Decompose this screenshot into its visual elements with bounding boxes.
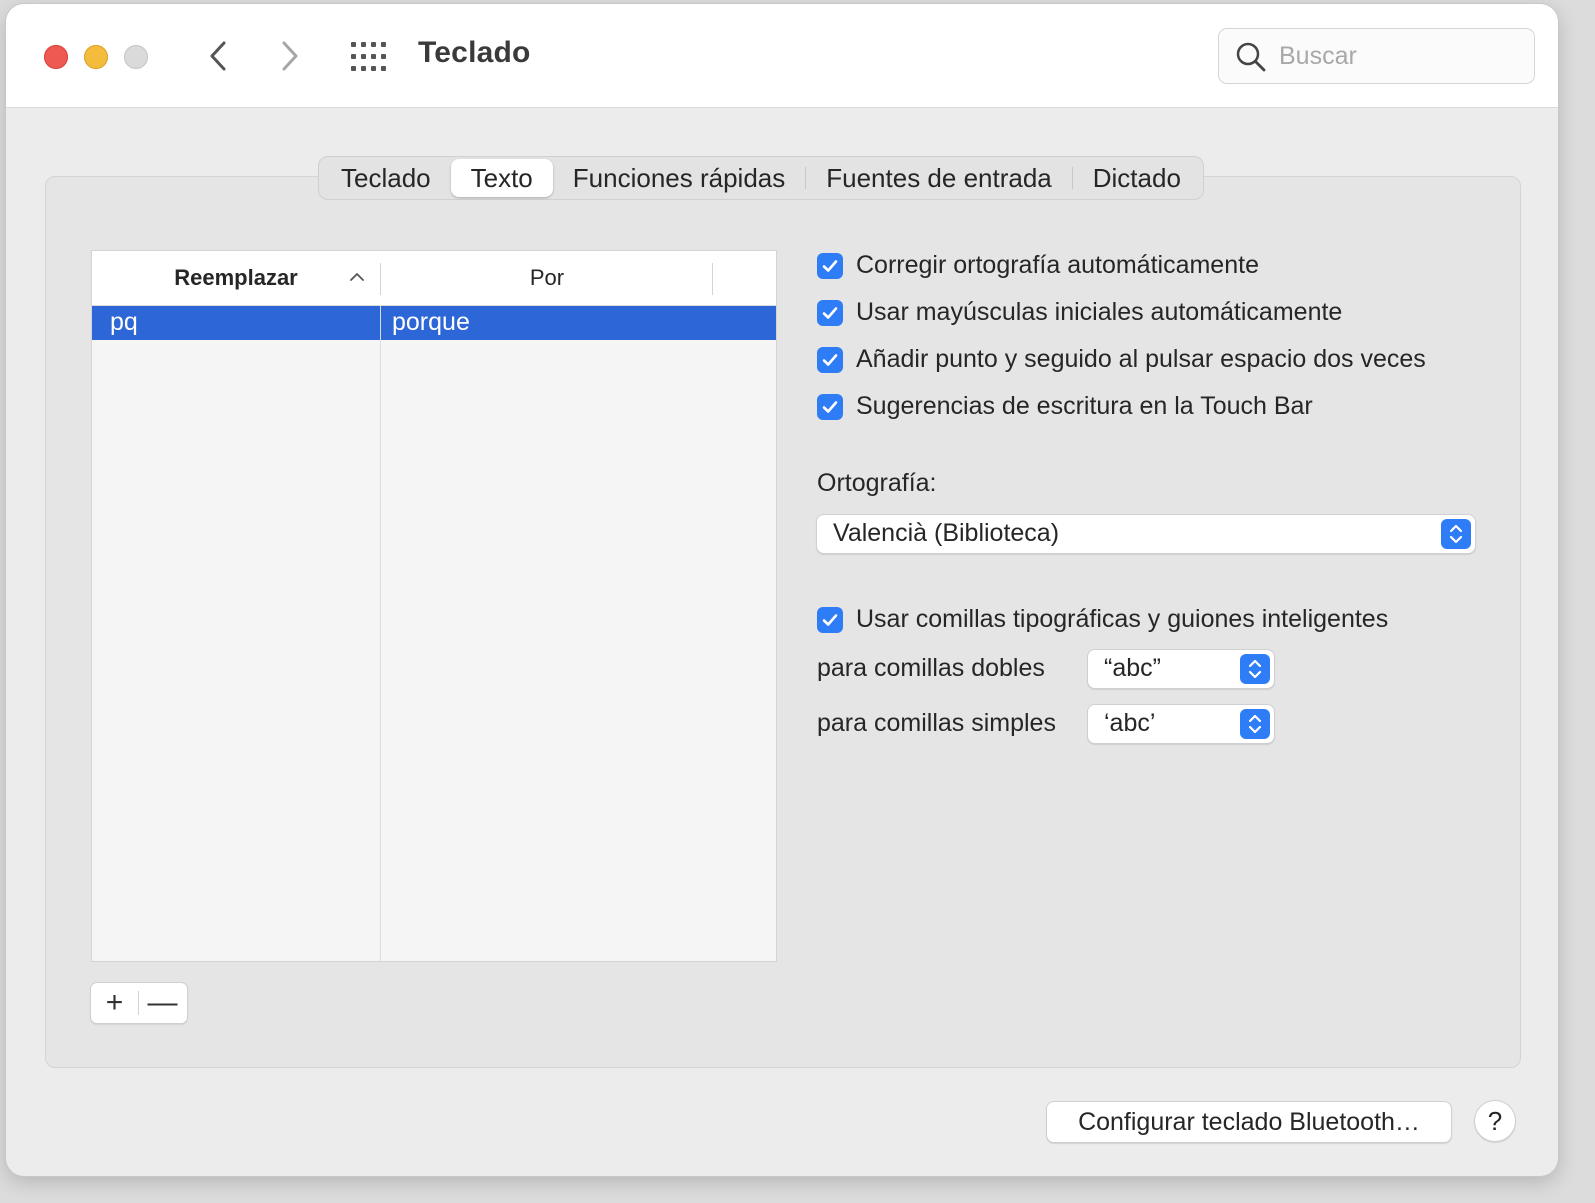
checkbox-checked-icon — [817, 299, 843, 326]
tab-teclado[interactable]: Teclado — [321, 158, 451, 198]
search-field[interactable] — [1218, 28, 1535, 84]
window-title: Teclado — [418, 36, 531, 69]
checkbox-comillas-tipograficas[interactable]: Usar comillas tipográficas y guiones int… — [817, 605, 1388, 634]
search-input[interactable] — [1277, 39, 1521, 73]
table-row[interactable]: pq porque — [92, 306, 776, 340]
single-quotes-label: para comillas simples — [817, 709, 1056, 737]
checkbox-checked-icon — [817, 346, 843, 373]
search-icon — [1236, 42, 1266, 72]
column-divider — [712, 263, 713, 295]
minimize-button[interactable] — [84, 45, 108, 69]
column-header-reemplazar[interactable]: Reemplazar — [92, 251, 380, 305]
spelling-value: Valencià (Biblioteca) — [833, 519, 1060, 547]
column-divider — [380, 306, 381, 961]
tab-texto[interactable]: Texto — [450, 159, 553, 197]
add-remove-control: + — — [90, 982, 188, 1024]
preferences-window: Teclado Teclado Texto Funciones rápidas … — [6, 4, 1558, 1176]
tab-dictado[interactable]: Dictado — [1073, 158, 1201, 198]
help-button[interactable]: ? — [1474, 1100, 1516, 1142]
spelling-label: Ortografía: — [817, 469, 937, 497]
popup-arrows-icon — [1240, 709, 1270, 739]
tab-bar: Teclado Texto Funciones rápidas Fuentes … — [318, 156, 1204, 200]
text-replacement-table: Reemplazar Por pq porque — [91, 250, 777, 962]
zoom-button[interactable] — [124, 45, 148, 69]
popup-arrows-icon — [1240, 654, 1270, 684]
checkbox-punto-y-seguido[interactable]: Añadir punto y seguido al pulsar espacio… — [817, 345, 1426, 374]
spelling-popup[interactable]: Valencià (Biblioteca) — [816, 514, 1476, 554]
remove-button[interactable]: — — [139, 983, 186, 1023]
single-quotes-value: ‘abc’ — [1104, 709, 1156, 737]
add-button[interactable]: + — [91, 983, 138, 1023]
tab-fuentes-de-entrada[interactable]: Fuentes de entrada — [806, 158, 1072, 198]
cell-with: porque — [392, 308, 470, 336]
forward-button[interactable] — [272, 38, 308, 74]
table-header: Reemplazar Por — [92, 251, 776, 306]
checkbox-label: Sugerencias de escritura en la Touch Bar — [856, 392, 1313, 420]
single-quotes-popup[interactable]: ‘abc’ — [1087, 704, 1275, 744]
checkbox-label: Usar comillas tipográficas y guiones int… — [856, 605, 1389, 633]
chevron-right-icon — [282, 41, 298, 71]
checkbox-label: Usar mayúsculas iniciales automáticament… — [856, 298, 1343, 326]
sort-ascending-icon — [350, 273, 364, 281]
popup-arrows-icon — [1441, 519, 1471, 549]
checkbox-checked-icon — [817, 252, 843, 279]
column-header-label: Por — [529, 265, 565, 290]
checkbox-sugerencias-touch-bar[interactable]: Sugerencias de escritura en la Touch Bar — [817, 392, 1313, 421]
checkbox-checked-icon — [817, 393, 843, 420]
close-button[interactable] — [44, 45, 68, 69]
checkbox-label: Corregir ortografía automáticamente — [856, 251, 1259, 279]
checkbox-label: Añadir punto y seguido al pulsar espacio… — [856, 345, 1426, 373]
back-button[interactable] — [200, 38, 236, 74]
tab-funciones-rapidas[interactable]: Funciones rápidas — [553, 158, 805, 198]
checkbox-corregir-ortografia[interactable]: Corregir ortografía automáticamente — [817, 251, 1259, 280]
column-header-label: Reemplazar — [174, 265, 298, 290]
double-quotes-popup[interactable]: “abc” — [1087, 649, 1275, 689]
cell-replace: pq — [110, 308, 138, 336]
double-quotes-value: “abc” — [1104, 654, 1161, 682]
chevron-left-icon — [210, 41, 226, 71]
title-bar: Teclado — [6, 4, 1558, 108]
checkbox-checked-icon — [817, 606, 843, 633]
checkbox-mayusculas-iniciales[interactable]: Usar mayúsculas iniciales automáticament… — [817, 298, 1342, 327]
double-quotes-label: para comillas dobles — [817, 654, 1045, 682]
column-header-por[interactable]: Por — [381, 251, 713, 305]
configure-bluetooth-keyboard-button[interactable]: Configurar teclado Bluetooth… — [1046, 1101, 1452, 1143]
show-all-grid-icon[interactable] — [351, 42, 387, 72]
